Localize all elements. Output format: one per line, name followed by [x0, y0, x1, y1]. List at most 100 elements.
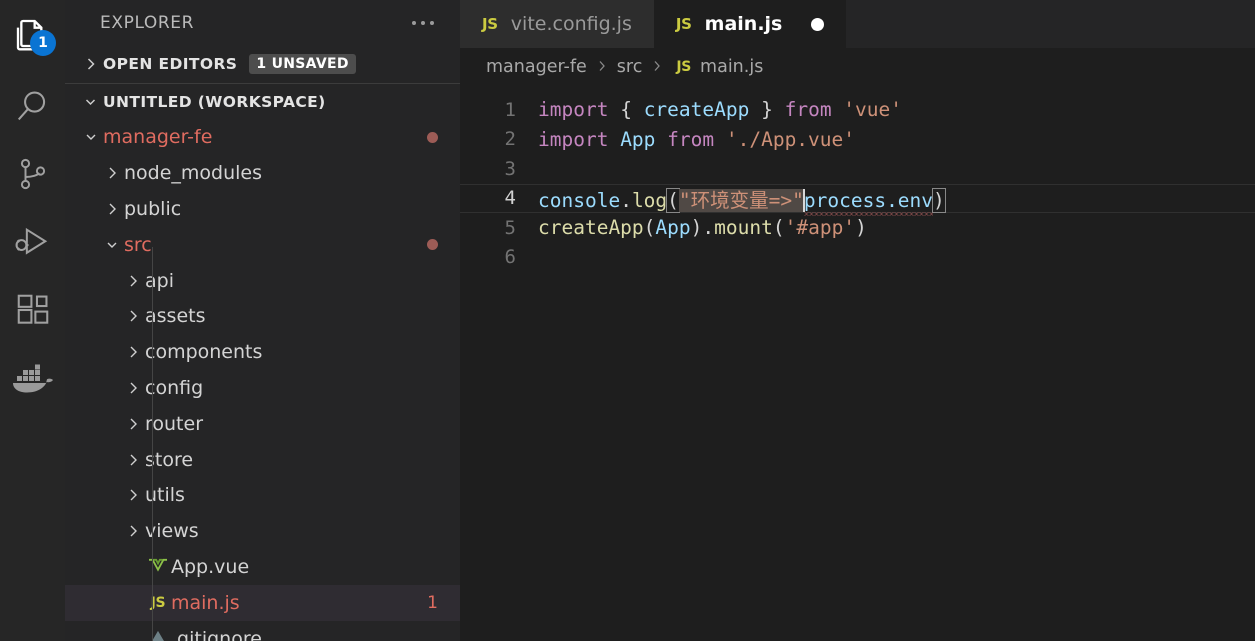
chevron-right-icon — [77, 56, 103, 72]
token-string: '#app' — [784, 216, 856, 240]
tree-row[interactable]: router — [65, 406, 460, 442]
git-file-icon — [145, 630, 171, 641]
chevron-right-icon — [121, 308, 145, 324]
token-punctuation: . — [702, 216, 715, 240]
breadcrumb-item-file[interactable]: main.js — [700, 57, 763, 77]
tree-row[interactable]: config — [65, 370, 460, 406]
editor-tab-main-js[interactable]: JS main.js — [653, 0, 847, 48]
token-bracket-match-open: ( — [666, 187, 680, 213]
tree-row[interactable]: JS main.js 1 — [65, 584, 460, 621]
code-line-content: console.log("环境变量=>"process.env) — [538, 184, 946, 216]
tree-item-label: router — [145, 412, 204, 435]
tree-item-label: config — [145, 376, 204, 399]
chevron-right-icon — [121, 487, 145, 503]
token-brace: } — [749, 98, 785, 122]
tree-row[interactable]: src — [65, 227, 460, 263]
editor-tab-bar: JS vite.config.js JS main.js — [460, 0, 1255, 48]
chevron-right-icon — [121, 344, 145, 360]
code-line-1: 1 import { createApp } from 'vue' — [460, 95, 1255, 125]
line-number-active: 4 — [504, 187, 516, 210]
token-paren: ( — [772, 216, 785, 240]
token-function: mount — [714, 216, 773, 240]
activity-item-source-control[interactable] — [0, 140, 65, 208]
tree-item-label: main.js — [171, 591, 240, 614]
tree-item-label: utils — [145, 484, 185, 507]
line-number: 1 — [504, 98, 516, 121]
token-function: log — [631, 188, 668, 212]
tree-row[interactable]: public — [65, 191, 460, 227]
token-paren: ) — [855, 216, 867, 240]
breadcrumb-item-project[interactable]: manager-fe — [486, 57, 587, 77]
token-error-process-env: process.env — [803, 188, 934, 216]
code-line-2: 2 import App from './App.vue' — [460, 125, 1255, 155]
section-label-workspace: UNTITLED (WORKSPACE) — [103, 92, 326, 111]
editor-tab-vite-config[interactable]: JS vite.config.js — [460, 0, 654, 48]
problem-count-badge: 1 — [427, 592, 438, 613]
token-identifier: createApp — [643, 98, 750, 122]
activity-item-explorer[interactable]: 1 — [0, 0, 65, 72]
docker-icon — [12, 363, 54, 393]
more-actions-icon[interactable] — [412, 20, 442, 25]
explorer-title: EXPLORER — [100, 12, 195, 33]
tree-row[interactable]: api — [65, 263, 460, 299]
tree-row[interactable]: store — [65, 442, 460, 478]
js-file-icon: JS — [150, 594, 166, 611]
tree-row[interactable]: views — [65, 513, 460, 549]
token-paren: ) — [690, 216, 703, 240]
code-line-6: 6 — [460, 243, 1255, 273]
activity-item-extensions[interactable] — [0, 276, 65, 344]
code-line-4: 4 console.log("环境变量=>"process.env) — [460, 183, 1255, 216]
tab-bar-filler — [846, 0, 1255, 48]
tree-row[interactable]: utils — [65, 477, 460, 513]
chevron-down-icon — [77, 94, 103, 110]
section-label-open-editors: OPEN EDITORS — [103, 55, 238, 74]
unsaved-dot-icon[interactable] — [811, 17, 825, 31]
token-function: createApp — [538, 216, 644, 240]
tree-row[interactable]: App.vue — [65, 549, 460, 585]
token-keyword: import — [538, 127, 609, 151]
editor-area: JS vite.config.js JS main.js manager-fe … — [460, 0, 1255, 641]
code-editor[interactable]: 1 import { createApp } from 'vue' 2 impo… — [460, 86, 1255, 641]
editor-tab-label: main.js — [704, 13, 783, 35]
tree-item-label: App.vue — [171, 555, 250, 578]
tree-row[interactable]: manager-fe — [65, 119, 460, 155]
activity-item-search[interactable] — [0, 72, 65, 140]
token-string: './App.vue' — [714, 127, 856, 151]
tree-row[interactable]: .gitignore — [65, 621, 460, 641]
chevron-right-icon — [100, 201, 124, 217]
chevron-right-icon — [121, 416, 145, 432]
section-open-editors[interactable]: OPEN EDITORS 1 UNSAVED — [65, 46, 460, 83]
js-file-icon: JS — [482, 15, 498, 33]
extensions-icon — [14, 291, 52, 329]
tree-item-label: api — [145, 269, 174, 292]
activity-item-run-and-debug[interactable] — [0, 208, 65, 276]
tree-row[interactable]: node_modules — [65, 155, 460, 191]
explorer-badge: 1 — [30, 30, 56, 56]
breadcrumb-item-folder[interactable]: src — [617, 57, 643, 77]
activity-bar: 1 — [0, 0, 65, 641]
section-workspace[interactable]: UNTITLED (WORKSPACE) — [65, 82, 460, 120]
tree-item-label: .gitignore — [171, 627, 262, 641]
activity-item-docker[interactable] — [0, 344, 65, 412]
token-keyword: from — [667, 127, 715, 151]
vue-file-icon — [145, 558, 171, 576]
tree-row[interactable]: components — [65, 334, 460, 370]
breadcrumb: manager-fe src JS main.js — [460, 48, 1255, 86]
editor-tab-label: vite.config.js — [510, 13, 632, 35]
tree-item-label: views — [145, 520, 199, 543]
tree-row[interactable]: assets — [65, 298, 460, 334]
chevron-down-icon — [79, 129, 103, 145]
source-control-icon — [15, 156, 51, 192]
